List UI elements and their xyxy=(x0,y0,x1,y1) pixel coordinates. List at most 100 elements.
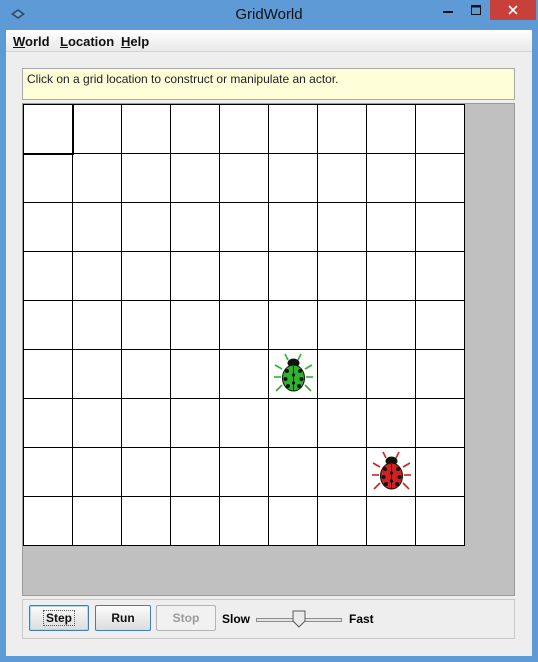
grid-cell[interactable] xyxy=(269,105,318,154)
grid-cell[interactable] xyxy=(269,399,318,448)
grid-cell[interactable] xyxy=(122,301,171,350)
grid-cell[interactable] xyxy=(24,399,73,448)
grid-cell[interactable] xyxy=(416,399,465,448)
menu-help[interactable]: Help xyxy=(121,34,149,49)
grid-cell[interactable] xyxy=(416,301,465,350)
grid-cell[interactable] xyxy=(416,203,465,252)
grid-cell[interactable] xyxy=(122,448,171,497)
grid-cell[interactable] xyxy=(367,252,416,301)
grid-cell[interactable] xyxy=(220,301,269,350)
grid-cell[interactable] xyxy=(269,497,318,546)
grid-cell[interactable] xyxy=(318,350,367,399)
grid-cell[interactable] xyxy=(416,154,465,203)
grid-cell[interactable] xyxy=(122,203,171,252)
grid-cell[interactable] xyxy=(73,203,122,252)
window-content: World Location Help Click on a grid loca… xyxy=(6,30,532,656)
grid-cell[interactable] xyxy=(171,448,220,497)
menu-location-accelerator: L xyxy=(60,34,68,49)
grid-cell[interactable] xyxy=(73,497,122,546)
step-button[interactable]: Step xyxy=(29,605,89,631)
grid-cell[interactable] xyxy=(318,301,367,350)
grid-cell[interactable] xyxy=(318,154,367,203)
grid-cell[interactable] xyxy=(367,497,416,546)
maximize-button[interactable] xyxy=(462,0,490,20)
grid-cell[interactable] xyxy=(416,497,465,546)
close-button[interactable] xyxy=(490,0,536,20)
grid-cell[interactable] xyxy=(171,105,220,154)
grid-cell[interactable] xyxy=(318,448,367,497)
menu-world-accelerator: W xyxy=(13,34,26,49)
grid-cell[interactable] xyxy=(73,350,122,399)
grid-cell[interactable] xyxy=(73,448,122,497)
grid-cell[interactable] xyxy=(24,105,73,154)
grid-cell[interactable] xyxy=(318,252,367,301)
grid-cell[interactable] xyxy=(318,203,367,252)
grid-cell[interactable] xyxy=(122,154,171,203)
grid-cell[interactable] xyxy=(24,203,73,252)
grid-cell[interactable] xyxy=(122,105,171,154)
grid-cell[interactable] xyxy=(269,301,318,350)
fast-label: Fast xyxy=(349,612,374,626)
grid-cell[interactable] xyxy=(220,350,269,399)
grid-cell[interactable] xyxy=(367,399,416,448)
grid-cell[interactable] xyxy=(318,105,367,154)
grid-cell[interactable] xyxy=(73,252,122,301)
grid-cell[interactable] xyxy=(220,105,269,154)
grid-cell[interactable] xyxy=(171,154,220,203)
grid-cell[interactable] xyxy=(24,350,73,399)
speed-slider-thumb[interactable] xyxy=(292,610,306,628)
close-icon xyxy=(508,5,518,15)
grid-cell[interactable] xyxy=(416,105,465,154)
grid-cell[interactable] xyxy=(122,497,171,546)
grid-cell[interactable] xyxy=(367,350,416,399)
grid-cell[interactable] xyxy=(73,301,122,350)
grid-cell[interactable] xyxy=(318,399,367,448)
grid-cell[interactable] xyxy=(416,448,465,497)
grid-cell[interactable] xyxy=(73,399,122,448)
title-bar[interactable]: GridWorld xyxy=(0,0,538,30)
run-button[interactable]: Run xyxy=(95,605,151,631)
grid-cell[interactable] xyxy=(171,301,220,350)
grid-cell[interactable] xyxy=(367,154,416,203)
grid-cell[interactable] xyxy=(269,252,318,301)
grid-cell[interactable] xyxy=(269,203,318,252)
grid-cell[interactable] xyxy=(416,252,465,301)
grid-cell[interactable] xyxy=(122,399,171,448)
grid-cell[interactable] xyxy=(24,154,73,203)
menu-location[interactable]: Location xyxy=(60,34,114,49)
grid-cell[interactable] xyxy=(24,252,73,301)
grid-cell[interactable] xyxy=(122,252,171,301)
grid-cell[interactable] xyxy=(171,203,220,252)
bug-icon[interactable] xyxy=(367,448,416,497)
grid-cell[interactable] xyxy=(73,105,122,154)
grid-cell[interactable] xyxy=(220,252,269,301)
grid-cell[interactable] xyxy=(171,350,220,399)
grid-cell[interactable] xyxy=(171,252,220,301)
grid-cell[interactable] xyxy=(122,350,171,399)
grid-cell[interactable] xyxy=(171,399,220,448)
grid-cell[interactable] xyxy=(220,497,269,546)
grid-cell[interactable] xyxy=(24,301,73,350)
grid-cell[interactable] xyxy=(367,105,416,154)
grid-cell[interactable] xyxy=(269,154,318,203)
grid-cell[interactable] xyxy=(73,154,122,203)
slow-label: Slow xyxy=(222,612,251,626)
grid-cell[interactable] xyxy=(269,448,318,497)
menu-bar: World Location Help xyxy=(6,30,532,52)
grid-cell[interactable] xyxy=(220,154,269,203)
grid-cell[interactable] xyxy=(220,399,269,448)
minimize-button[interactable] xyxy=(434,0,462,20)
grid-cell[interactable] xyxy=(220,203,269,252)
grid-cell[interactable] xyxy=(367,301,416,350)
grid-cell[interactable] xyxy=(24,448,73,497)
menu-world[interactable]: World xyxy=(13,34,50,49)
grid-cell[interactable] xyxy=(367,203,416,252)
grid-cell[interactable] xyxy=(416,350,465,399)
grid[interactable] xyxy=(23,104,465,546)
bug-icon[interactable] xyxy=(269,350,318,399)
speed-slider[interactable] xyxy=(256,608,344,630)
grid-cell[interactable] xyxy=(220,448,269,497)
grid-cell[interactable] xyxy=(171,497,220,546)
grid-cell[interactable] xyxy=(318,497,367,546)
grid-cell[interactable] xyxy=(24,497,73,546)
